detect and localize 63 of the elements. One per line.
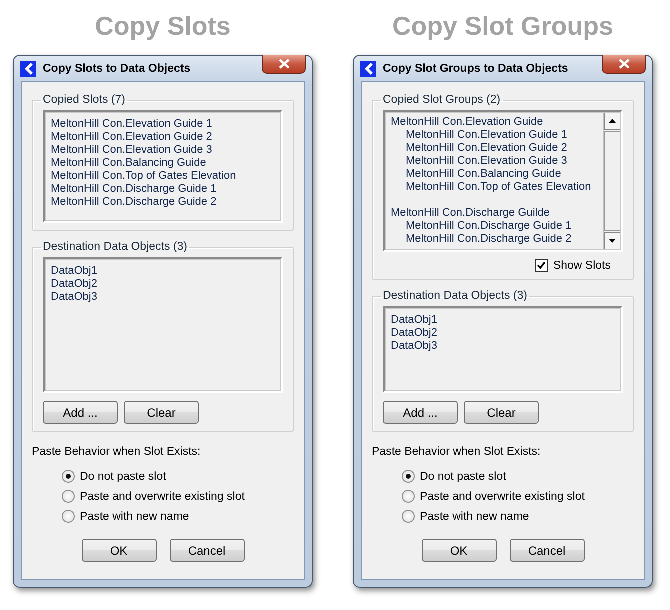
tree-item[interactable]: MeltonHill Con.Discharge Guilde <box>391 207 597 220</box>
radio-label: Paste and overwrite existing slot <box>420 490 585 502</box>
app-icon <box>360 60 376 76</box>
dialog-heading: Copy Slot Groups <box>392 10 614 43</box>
tree-item[interactable]: MeltonHill Con.Elevation Guide <box>391 116 597 129</box>
list-item[interactable]: MeltonHill Con.Elevation Guide 2 <box>51 131 275 144</box>
app-icon <box>20 60 36 76</box>
dialog-button[interactable]: Add ... <box>383 401 458 424</box>
radio-button[interactable] <box>62 490 75 503</box>
close-button[interactable] <box>262 55 306 74</box>
close-icon <box>618 59 630 69</box>
close-button[interactable] <box>602 55 646 74</box>
radio-button[interactable] <box>62 510 75 523</box>
list-item[interactable]: DataObj1 <box>51 265 275 278</box>
radio-button[interactable] <box>402 490 415 503</box>
dialog-heading: Copy Slots <box>94 10 232 43</box>
list-item[interactable]: DataObj3 <box>391 340 615 353</box>
tree-item[interactable]: MeltonHill Con.Discharge Guide 1 <box>391 220 597 233</box>
group-label: Copied Slot Groups (2) <box>382 94 502 106</box>
list-item[interactable]: MeltonHill Con.Elevation Guide 3 <box>51 144 275 157</box>
tree-item[interactable]: MeltonHill Con.Elevation Guide 2 <box>391 142 597 155</box>
window-title: Copy Slots to Data Objects <box>43 62 191 74</box>
window-title: Copy Slot Groups to Data Objects <box>383 62 568 74</box>
tree-item[interactable]: MeltonHill Con.Discharge Guide 2 <box>391 233 597 246</box>
radio-button[interactable] <box>402 510 415 523</box>
tree-item[interactable]: MeltonHill Con.Elevation Guide 3 <box>391 155 597 168</box>
group-label: Destination Data Objects (3) <box>382 290 528 302</box>
dialog-button[interactable]: Add ... <box>43 401 118 424</box>
group-label: Destination Data Objects (3) <box>42 241 188 253</box>
group-label: Copied Slots (7) <box>42 94 126 106</box>
checkbox[interactable] <box>535 259 548 272</box>
list-item[interactable]: DataObj1 <box>391 314 615 327</box>
list-item[interactable]: MeltonHill Con.Discharge Guide 2 <box>51 196 275 209</box>
scrollbar[interactable] <box>603 112 621 250</box>
list-item[interactable]: DataObj2 <box>51 278 275 291</box>
radio-label: Paste and overwrite existing slot <box>80 490 245 502</box>
dialog-button[interactable]: OK <box>422 539 496 562</box>
down-arrow-icon <box>609 239 616 243</box>
paste-label: Paste Behavior when Slot Exists: <box>372 446 542 458</box>
list-item[interactable]: MeltonHill Con.Elevation Guide 1 <box>51 118 275 131</box>
dialog-button[interactable]: Cancel <box>510 539 584 562</box>
close-icon <box>278 59 290 69</box>
list-item[interactable]: MeltonHill Con.Discharge Guide 1 <box>51 183 275 196</box>
dialog-button[interactable]: OK <box>82 539 156 562</box>
list-item[interactable]: DataObj2 <box>391 327 615 340</box>
tree-item[interactable]: MeltonHill Con.Top of Gates Elevation <box>391 181 597 194</box>
up-arrow-icon <box>609 119 616 123</box>
radio-button[interactable] <box>62 470 75 483</box>
tree-item[interactable]: MeltonHill Con.Elevation Guide 1 <box>391 129 597 142</box>
list-item[interactable]: MeltonHill Con.Top of Gates Elevation <box>51 170 275 183</box>
dialog-button[interactable]: Clear <box>464 401 539 424</box>
dialog-button[interactable]: Cancel <box>170 539 244 562</box>
radio-button[interactable] <box>402 470 415 483</box>
checkbox-label: Show Slots <box>553 260 611 272</box>
tree-item[interactable]: MeltonHill Con.Balancing Guide <box>391 168 597 181</box>
radio-label: Do not paste slot <box>80 470 166 482</box>
dialog-button[interactable]: Clear <box>124 401 199 424</box>
radio-label: Paste with new name <box>420 510 530 522</box>
radio-label: Paste with new name <box>80 510 190 522</box>
list-item[interactable]: MeltonHill Con.Balancing Guide <box>51 157 275 170</box>
paste-label: Paste Behavior when Slot Exists: <box>32 446 202 458</box>
list-item[interactable]: DataObj3 <box>51 291 275 304</box>
radio-label: Do not paste slot <box>420 470 506 482</box>
